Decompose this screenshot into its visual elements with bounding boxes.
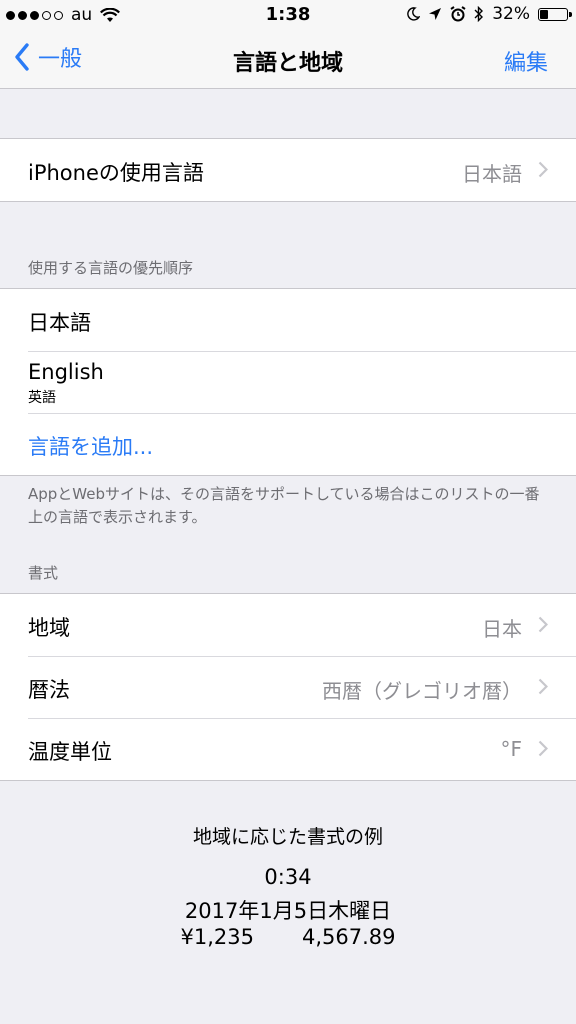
language-name: 日本語 xyxy=(28,311,91,335)
page-title: 言語と地域 xyxy=(232,51,343,76)
navigation-bar: 一般 言語と地域 編集 xyxy=(0,30,576,89)
format-group: 地域 日本 暦法 西暦（グレゴリオ暦） 温度単位 °F xyxy=(0,593,576,781)
calendar-row[interactable]: 暦法 西暦（グレゴリオ暦） xyxy=(0,656,576,718)
temperature-unit-label: 温度単位 xyxy=(28,740,112,764)
battery-icon xyxy=(538,7,572,21)
format-example-numbers: ¥1,235 4,567.89 xyxy=(0,925,576,949)
moon-icon xyxy=(407,7,421,21)
format-example-time: 0:34 xyxy=(264,865,312,889)
location-arrow-icon xyxy=(429,8,442,20)
iphone-language-label: iPhoneの使用言語 xyxy=(28,161,204,185)
format-example-number: 4,567.89 xyxy=(301,925,396,949)
iphone-language-group: iPhoneの使用言語 日本語 xyxy=(0,138,576,202)
calendar-label: 暦法 xyxy=(28,678,70,702)
temperature-unit-value: °F xyxy=(500,737,522,761)
temperature-unit-row[interactable]: 温度単位 °F xyxy=(0,718,576,780)
format-example-date: 2017年1月5日木曜日 xyxy=(184,899,392,923)
alarm-icon xyxy=(450,6,466,22)
region-label: 地域 xyxy=(28,616,70,640)
language-row-english[interactable]: English 英語 xyxy=(0,351,576,413)
iphone-language-row[interactable]: iPhoneの使用言語 日本語 xyxy=(0,139,576,201)
add-language-button[interactable]: 言語を追加... xyxy=(28,431,153,461)
battery-percent: 32% xyxy=(492,4,530,24)
battery-level xyxy=(540,9,548,19)
chevron-right-icon xyxy=(538,616,548,633)
chevron-right-icon xyxy=(538,161,548,178)
region-row[interactable]: 地域 日本 xyxy=(0,594,576,656)
language-subtitle: 英語 xyxy=(28,390,56,406)
language-name: English xyxy=(28,360,104,384)
preferred-languages-group: 日本語 English 英語 言語を追加... xyxy=(0,288,576,476)
format-example-title: 地域に応じた書式の例 xyxy=(192,826,383,848)
preferred-languages-header: 使用する言語の優先順序 xyxy=(28,259,194,277)
chevron-right-icon xyxy=(538,740,548,757)
preferred-languages-footer: AppとWebサイトは、その言語をサポートしている場合はこのリストの一番上の言語… xyxy=(28,485,540,526)
status-bar: au 1:38 32% xyxy=(0,0,576,30)
format-example-currency: ¥1,235 xyxy=(180,925,254,949)
edit-button[interactable]: 編集 xyxy=(504,45,548,77)
add-language-row[interactable]: 言語を追加... xyxy=(0,413,576,475)
region-value: 日本 xyxy=(482,617,522,641)
language-row-japanese[interactable]: 日本語 xyxy=(0,289,576,351)
format-header: 書式 xyxy=(28,564,59,582)
bluetooth-icon xyxy=(474,6,484,22)
iphone-language-value: 日本語 xyxy=(462,162,522,186)
chevron-right-icon xyxy=(538,678,548,695)
calendar-value: 西暦（グレゴリオ暦） xyxy=(322,679,522,703)
